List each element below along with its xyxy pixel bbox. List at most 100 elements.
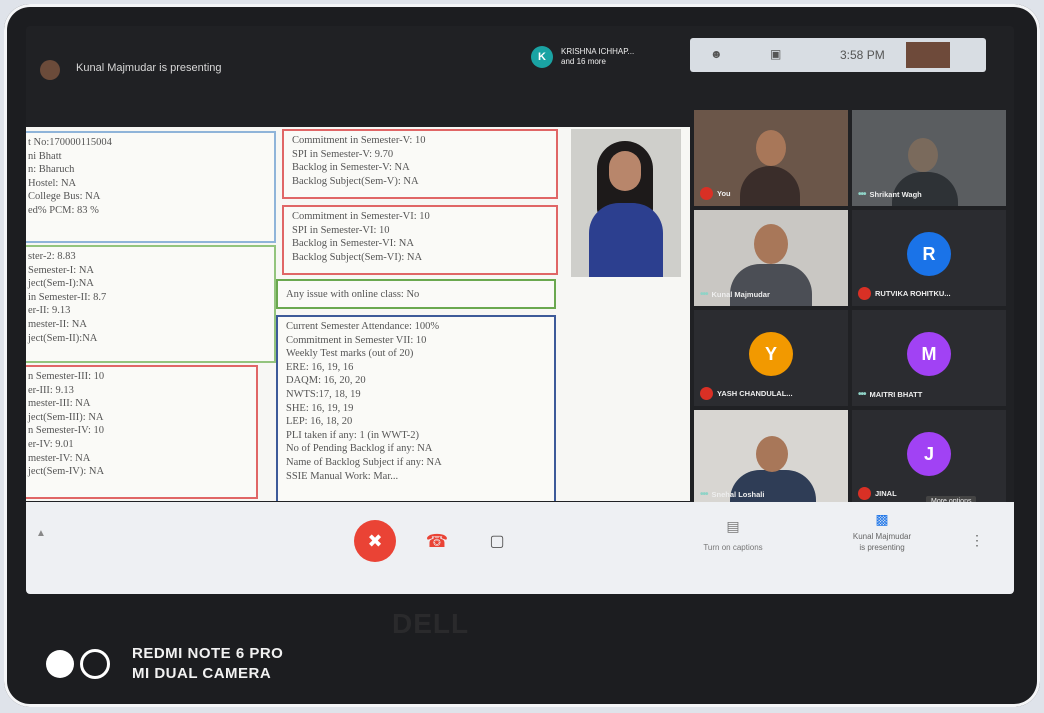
slide-line: ed% PCM: 83 %: [28, 204, 99, 216]
slide-line: t No:170000115004: [28, 137, 112, 148]
slide-line: Current Semester Attendance: 100%: [286, 321, 440, 332]
mic-off-icon: [700, 387, 713, 400]
participant-tile[interactable]: You: [694, 110, 848, 206]
participant-count: and 16 more: [561, 57, 606, 66]
current-semester-box: Current Semester Attendance: 100% Commit…: [276, 315, 556, 501]
mic-toggle-button[interactable]: ✖: [354, 520, 396, 562]
semester-1-2-box: ster-2: 8.83 Semester-I: NA ject(Sem-I):…: [26, 245, 276, 363]
participant-avatar: J: [907, 432, 951, 476]
slide-line: NWTS:17, 18, 19: [286, 388, 361, 400]
online-class-box: Any issue with online class: No: [276, 279, 556, 309]
speaking-indicator-icon: •••: [858, 189, 866, 200]
participant-name: Kunal Majmudar: [711, 290, 770, 299]
slide-line: SPI in Semester-VI: 10: [292, 224, 390, 236]
present-label-line2: is presenting: [859, 543, 905, 552]
people-icon[interactable]: ☻: [710, 47, 723, 61]
slide-line: n: Bharuch: [28, 164, 75, 176]
semester-3-4-box: n Semester-III: 10 er-III: 9.13 mester-I…: [26, 365, 258, 499]
slide-line: PLI taken if any: 1 (in WWT-2): [286, 429, 419, 441]
participant-tile[interactable]: ••• Kunal Majmudar: [694, 210, 848, 306]
slide-line: Backlog in Semester-VI: NA: [292, 238, 414, 250]
participant-grid: You ••• Shrikant Wagh ••• Kunal Majmudar R…: [694, 110, 1014, 510]
slide-line: Commitment in Semester VII: 10: [286, 334, 427, 346]
slide-line: ster-2: 8.83: [28, 251, 76, 262]
slide-line: College Bus: NA: [28, 191, 101, 203]
participant-name: YASH CHANDULAL...: [717, 389, 793, 398]
semester-5-box: Commitment in Semester-V: 10 SPI in Seme…: [282, 129, 558, 199]
participant-name: Shrikant Wagh: [869, 190, 922, 199]
chevron-up-icon[interactable]: ▲: [36, 528, 46, 539]
leave-call-button[interactable]: ☎: [424, 528, 450, 554]
participant-avatar: Y: [749, 332, 793, 376]
presenting-status: Kunal Majmudar is presenting: [76, 62, 222, 74]
slide-line: n Semester-III: 10: [28, 371, 105, 382]
slide-line: Hostel: NA: [28, 177, 77, 189]
participant-tile[interactable]: R RUTVIKA ROHITKU...: [852, 210, 1006, 306]
present-button[interactable]: ▩ Kunal Majmudar is presenting: [832, 511, 932, 553]
slide-line: n Semester-IV: 10: [28, 425, 104, 437]
slide-line: er-III: 9.13: [28, 384, 74, 396]
laptop-screen: Kunal Majmudar is presenting K KRISHNA I…: [26, 26, 1014, 594]
participants-summary[interactable]: K KRISHNA ICHHAP... and 16 more: [531, 46, 634, 68]
phone-hangup-icon: ☎: [425, 530, 449, 551]
more-vert-icon[interactable]: ⋮: [970, 532, 984, 549]
participant-tile[interactable]: ••• Shrikant Wagh: [852, 110, 1006, 206]
slide-line: LEP: 16, 18, 20: [286, 416, 353, 428]
slide-line: SPI in Semester-V: 9.70: [292, 148, 394, 160]
slide-line: Name of Backlog Subject if any: NA: [286, 456, 442, 468]
participant-name: MAITRI BHATT: [869, 390, 923, 399]
participant-name: You: [717, 189, 731, 198]
mic-off-icon: ✖: [367, 530, 383, 551]
chat-icon[interactable]: ▣: [770, 47, 781, 61]
mic-off-icon: [700, 187, 713, 200]
watermark-line2: MI DUAL CAMERA: [132, 665, 272, 682]
slide-line: Any issue with online class: No: [286, 289, 420, 300]
participant-tile[interactable]: M ••• MAITRI BHATT: [852, 310, 1006, 406]
captions-button[interactable]: ▤ Turn on captions: [688, 518, 778, 552]
camera-icon: ▢: [489, 533, 505, 550]
slide-line: Commitment in Semester-VI: 10: [292, 211, 430, 222]
slide-line: Backlog Subject(Sem-VI): NA: [292, 251, 423, 263]
shared-slide: t No:170000115004 ni Bhatt n: Bharuch Ho…: [26, 127, 690, 501]
dual-camera-icon: [46, 650, 74, 678]
speaking-indicator-icon: •••: [700, 489, 708, 500]
watermark-line1: REDMI NOTE 6 PRO: [132, 645, 284, 662]
semester-6-box: Commitment in Semester-VI: 10 SPI in Sem…: [282, 205, 558, 275]
status-bar: ☻ ▣ 3:58 PM: [690, 38, 986, 72]
participant-name: Snehal Loshali: [711, 490, 765, 499]
self-view-thumbnail: [906, 42, 950, 68]
present-screen-icon: ▩: [875, 511, 889, 527]
mic-off-icon: [858, 287, 871, 300]
participant-tile[interactable]: Y YASH CHANDULAL...: [694, 310, 848, 406]
slide-line: ject(Sem-II):NA: [28, 332, 98, 344]
participant-tile[interactable]: J JINAL: [852, 410, 1006, 506]
camera-toggle-button[interactable]: ▢: [484, 528, 510, 554]
slide-line: er-II: 9.13: [28, 305, 71, 317]
photo-frame: Kunal Majmudar is presenting K KRISHNA I…: [4, 4, 1040, 707]
slide-line: ni Bhatt: [28, 150, 62, 162]
slide-line: ject(Sem-III): NA: [28, 411, 104, 423]
camera-watermark: REDMI NOTE 6 PRO MI DUAL CAMERA: [46, 644, 283, 684]
participant-avatar: M: [907, 332, 951, 376]
slide-line: mester-II: NA: [28, 318, 87, 330]
slide-line: SSIE Manual Work: Mar...: [286, 470, 399, 482]
slide-line: SHE: 16, 19, 19: [286, 402, 354, 414]
captions-icon: ▤: [726, 518, 740, 534]
clock: 3:58 PM: [840, 48, 885, 62]
slide-line: ERE: 16, 19, 16: [286, 361, 354, 373]
slide-line: Backlog in Semester-V: NA: [292, 162, 410, 174]
participant-tile[interactable]: ••• Snehal Loshali: [694, 410, 848, 506]
slide-line: ject(Sem-IV): NA: [28, 466, 105, 478]
slide-line: No of Pending Backlog if any: NA: [286, 443, 433, 455]
presenter-avatar: [40, 60, 60, 80]
participant-avatar: R: [907, 232, 951, 276]
slide-line: in Semester-II: 8.7: [28, 291, 107, 303]
present-label-line1: Kunal Majmudar: [852, 532, 912, 541]
mic-off-icon: [858, 487, 871, 500]
laptop-brand-logo: DELL: [392, 608, 470, 639]
participant-name: KRISHNA ICHHAP...: [561, 47, 635, 56]
speaking-indicator-icon: •••: [700, 289, 708, 300]
captions-label: Turn on captions: [703, 543, 763, 552]
slide-line: mester-III: NA: [28, 398, 91, 410]
slide-line: Commitment in Semester-V: 10: [292, 135, 426, 146]
